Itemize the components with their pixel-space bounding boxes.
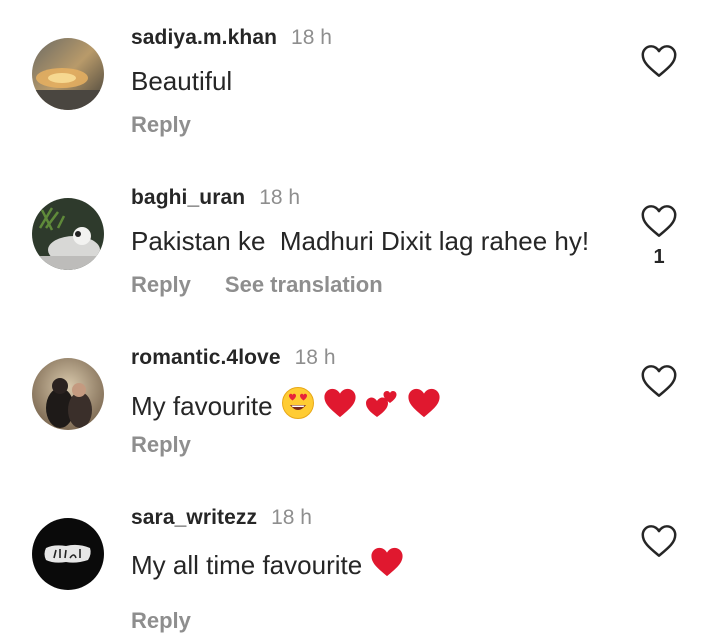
- comment-text: My all time favourite: [131, 546, 404, 585]
- comment-item: romantic.4love 18 h My favourite Reply: [0, 320, 720, 480]
- timestamp: 18 h: [259, 186, 301, 209]
- username[interactable]: baghi_uran: [131, 186, 245, 210]
- comment-item: sara_writezz 18 h My all time favourite …: [0, 480, 720, 640]
- comment-actions: Reply See translation: [131, 272, 383, 298]
- reply-button[interactable]: Reply: [131, 272, 191, 298]
- avatar[interactable]: [32, 518, 104, 590]
- see-translation-button[interactable]: See translation: [225, 272, 383, 298]
- two-hearts-emoji: [365, 387, 399, 426]
- reply-button[interactable]: Reply: [131, 432, 191, 458]
- timestamp: 18 h: [291, 26, 332, 49]
- red-heart-emoji: [323, 387, 357, 426]
- comment-item: baghi_uran 18 h Pakistan ke Madhuri Dixi…: [0, 160, 720, 320]
- like-heart-icon[interactable]: [640, 204, 678, 238]
- like-count: 1: [653, 246, 665, 268]
- comment-actions: Reply: [131, 608, 191, 634]
- comment-actions: Reply: [131, 112, 191, 138]
- like-heart-icon[interactable]: [640, 44, 678, 78]
- reply-button[interactable]: Reply: [131, 608, 191, 634]
- comment-text-content: My favourite: [131, 391, 273, 421]
- timestamp: 18 h: [271, 506, 312, 529]
- username[interactable]: sara_writezz: [131, 506, 257, 530]
- comment-header: sara_writezz 18 h: [131, 506, 312, 530]
- comments-list: sadiya.m.khan 18 h Beautiful Reply baghi…: [0, 0, 720, 636]
- like-heart-icon[interactable]: [640, 524, 678, 558]
- comment-header: romantic.4love 18 h: [131, 346, 336, 370]
- comment-text: Pakistan ke Madhuri Dixit lag rahee hy!: [131, 226, 590, 256]
- red-heart-emoji: [407, 387, 441, 426]
- username[interactable]: sadiya.m.khan: [131, 26, 277, 50]
- comment-text: My favourite: [131, 386, 441, 427]
- avatar[interactable]: [32, 358, 104, 430]
- comment-item: sadiya.m.khan 18 h Beautiful Reply: [0, 0, 720, 160]
- comment-text-content: My all time favourite: [131, 550, 363, 580]
- avatar[interactable]: [32, 38, 104, 110]
- comment-text: Beautiful: [131, 66, 233, 96]
- username[interactable]: romantic.4love: [131, 346, 281, 370]
- comment-header: baghi_uran 18 h: [131, 186, 300, 210]
- red-heart-emoji: [370, 546, 404, 585]
- like-heart-icon[interactable]: [640, 364, 678, 398]
- heart-eyes-emoji: [281, 386, 315, 427]
- avatar[interactable]: [32, 198, 104, 270]
- comment-header: sadiya.m.khan 18 h: [131, 26, 332, 50]
- reply-button[interactable]: Reply: [131, 112, 191, 138]
- comment-actions: Reply: [131, 432, 191, 458]
- timestamp: 18 h: [294, 346, 336, 369]
